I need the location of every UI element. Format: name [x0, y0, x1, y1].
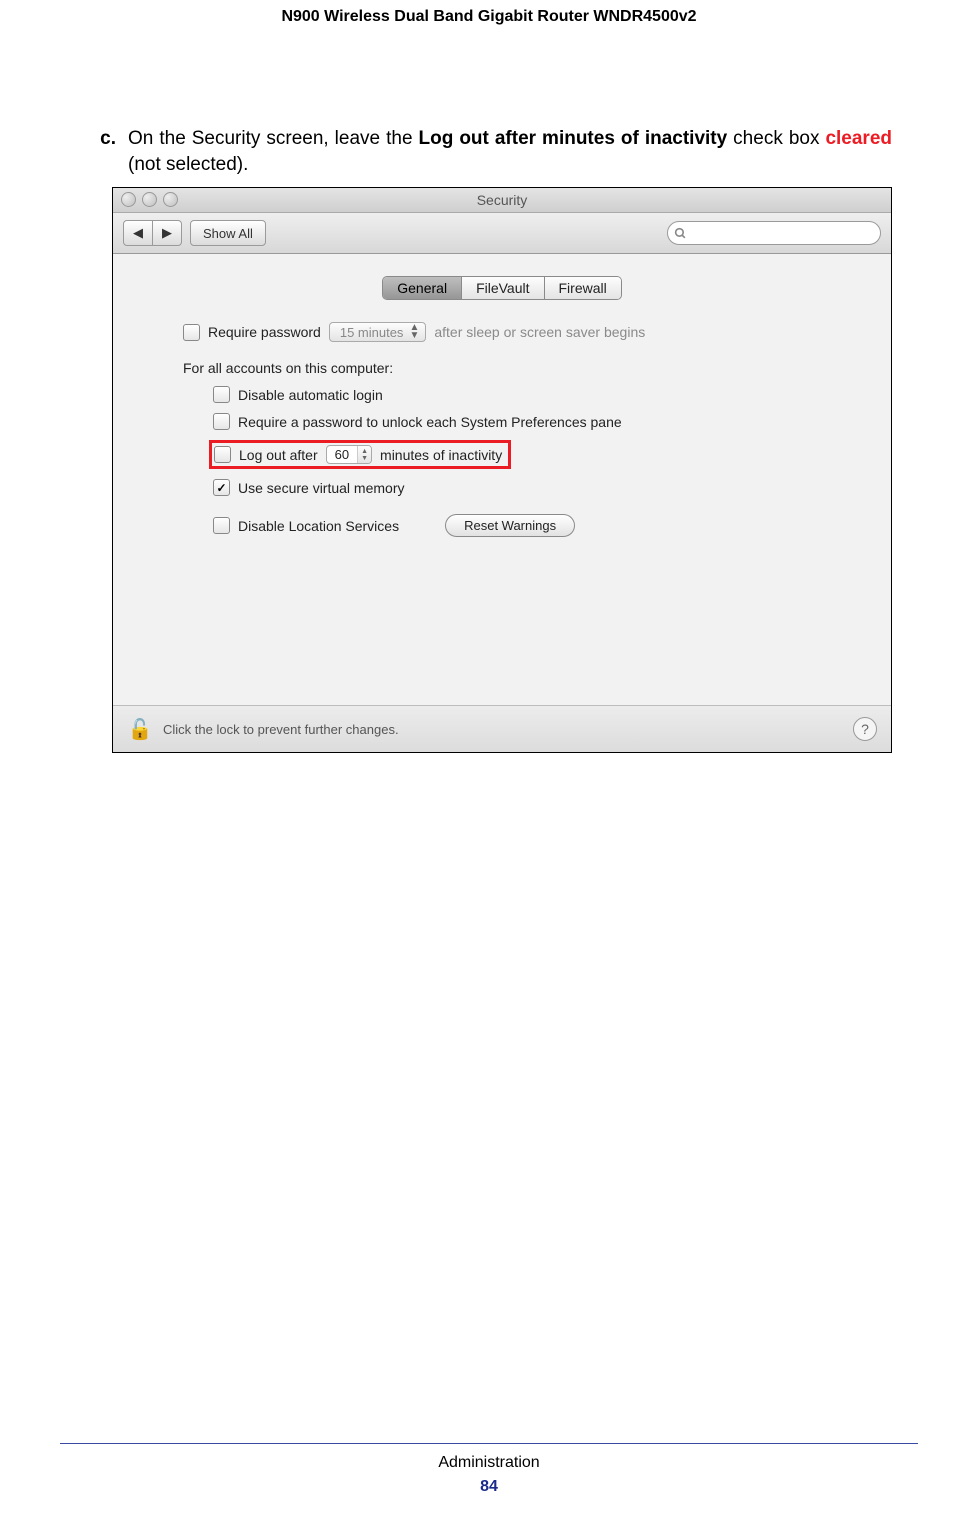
help-button[interactable]: ?: [853, 717, 877, 741]
lock-icon[interactable]: 🔓: [127, 716, 153, 742]
tab-filevault[interactable]: FileVault: [461, 277, 543, 299]
require-pw-pane-checkbox[interactable]: [213, 413, 230, 430]
require-password-after: after sleep or screen saver begins: [434, 324, 645, 340]
logout-minutes-value: 60: [327, 446, 357, 463]
all-accounts-label: For all accounts on this computer:: [183, 360, 393, 376]
window-toolbar: ◀ ▶ Show All: [113, 213, 891, 254]
step-text-mid: check box: [727, 128, 825, 149]
instruction-step: c. On the Security screen, leave the Log…: [86, 126, 892, 177]
stepper-arrows-icon[interactable]: ▲▼: [357, 446, 371, 463]
minimize-icon[interactable]: [142, 192, 157, 207]
lock-text: Click the lock to prevent further change…: [163, 722, 399, 737]
popup-value: 15 minutes: [340, 325, 404, 340]
window-title: Security: [477, 192, 528, 208]
nav-forward-button[interactable]: ▶: [153, 220, 182, 246]
require-pw-pane-label: Require a password to unlock each System…: [238, 414, 622, 430]
tabbar: General FileVault Firewall: [382, 276, 621, 300]
show-all-button[interactable]: Show All: [190, 220, 266, 246]
footer-page-number: 84: [0, 1478, 978, 1496]
nav-back-button[interactable]: ◀: [123, 220, 153, 246]
page-footer: Administration 84: [0, 1443, 978, 1496]
traffic-lights[interactable]: [121, 192, 178, 207]
step-marker: c.: [86, 126, 116, 177]
disable-location-label: Disable Location Services: [238, 518, 399, 534]
popup-arrows-icon: ▲▼: [409, 324, 419, 340]
logout-minutes-stepper[interactable]: 60 ▲▼: [326, 445, 372, 464]
step-text-before: On the Security screen, leave the: [128, 128, 419, 149]
page-header-title: N900 Wireless Dual Band Gigabit Router W…: [0, 0, 978, 26]
step-cleared: cleared: [825, 128, 892, 149]
require-password-label: Require password: [208, 324, 321, 340]
secure-vm-label: Use secure virtual memory: [238, 480, 405, 496]
disable-auto-login-label: Disable automatic login: [238, 387, 383, 403]
logout-before: Log out after: [239, 447, 318, 463]
logout-checkbox[interactable]: [214, 446, 231, 463]
close-icon[interactable]: [121, 192, 136, 207]
window-titlebar: Security: [113, 188, 891, 213]
zoom-icon[interactable]: [163, 192, 178, 207]
step-text-after: (not selected).: [128, 154, 248, 175]
tab-general[interactable]: General: [383, 277, 461, 299]
footer-rule: [60, 1443, 918, 1444]
reset-warnings-button[interactable]: Reset Warnings: [445, 514, 575, 537]
disable-location-checkbox[interactable]: [213, 517, 230, 534]
step-text: On the Security screen, leave the Log ou…: [128, 126, 892, 177]
search-field[interactable]: [667, 221, 881, 245]
tab-firewall[interactable]: Firewall: [544, 277, 621, 299]
security-window: Security ◀ ▶ Show All General FileVault …: [112, 187, 892, 753]
disable-auto-login-checkbox[interactable]: [213, 386, 230, 403]
window-footer: 🔓 Click the lock to prevent further chan…: [113, 705, 891, 752]
search-icon: [674, 227, 687, 240]
logout-after: minutes of inactivity: [380, 447, 502, 463]
require-password-delay-popup[interactable]: 15 minutes ▲▼: [329, 322, 427, 342]
logout-highlight: Log out after 60 ▲▼ minutes of inactivit…: [209, 440, 511, 469]
require-password-checkbox[interactable]: [183, 324, 200, 341]
footer-category: Administration: [0, 1454, 978, 1472]
step-bold: Log out after minutes of inactivity: [419, 128, 728, 149]
secure-vm-checkbox[interactable]: [213, 479, 230, 496]
window-body: General FileVault Firewall Require passw…: [113, 254, 891, 537]
